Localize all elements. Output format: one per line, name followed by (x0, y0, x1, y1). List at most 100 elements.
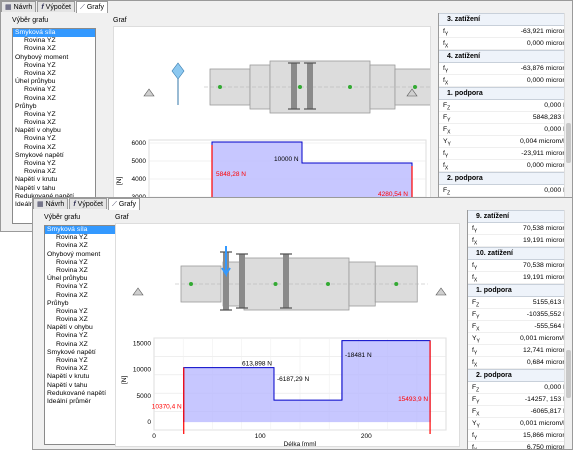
gear-icon (239, 254, 245, 308)
y-tick-label: 15000 (133, 340, 151, 347)
result-key: FY (443, 114, 451, 124)
tree-item[interactable]: Rovina YZ (45, 308, 124, 316)
back-graph-selection-tree[interactable]: Smyková síla Rovina YZ Rovina XZ Ohybový mo… (12, 28, 96, 224)
result-key: fY (472, 347, 478, 357)
tree-item[interactable]: Rovina XZ (13, 70, 95, 78)
front-results-list: 9. zatížení fY 70,538 microm fX 19,191 micro… (468, 210, 572, 449)
tree-item[interactable]: Rovina YZ (13, 37, 95, 45)
tree-item[interactable]: Rovina YZ (45, 332, 124, 340)
tree-item[interactable]: Napětí v tahu (13, 185, 95, 193)
tree-item[interactable]: Úhel průhybu (45, 275, 124, 283)
tree-item[interactable]: Rovina XZ (45, 341, 124, 349)
tree-item[interactable]: Rovina XZ (13, 168, 95, 176)
result-key: fX (472, 444, 477, 449)
tree-item[interactable]: Rovina XZ (13, 119, 95, 127)
result-row: YY 0,001 microm/N (468, 333, 572, 345)
tree-item[interactable]: Napětí v tahu (45, 382, 124, 390)
tree-item[interactable]: Rovina XZ (45, 365, 124, 373)
tree-item[interactable]: Rovina YZ (45, 283, 124, 291)
tree-item[interactable]: Průhyb (13, 103, 95, 111)
tree-item[interactable]: Rovina YZ (45, 357, 124, 365)
result-section-header: 9. zatížení (468, 210, 572, 223)
tree-item[interactable]: Průhyb (45, 300, 124, 308)
tree-item[interactable]: Ohybový moment (45, 251, 124, 259)
result-row: FX -6065,817 N (468, 406, 572, 418)
tree-item[interactable]: Úhel průhybu (13, 78, 95, 86)
result-key: fX (472, 237, 478, 247)
tree-item[interactable]: Rovina XZ (13, 144, 95, 152)
result-value: -63,921 microm (520, 28, 568, 35)
back-scroll-thumb[interactable] (566, 123, 571, 163)
result-value: 0,000 microm (526, 162, 568, 169)
front-graph-title: Graf (115, 214, 129, 221)
y-axis-label: [N] (116, 177, 123, 186)
front-tab-grafy[interactable]: ⟋ Grafy (107, 198, 140, 210)
tree-item[interactable]: Rovina XZ (13, 45, 95, 53)
tree-item[interactable]: Napětí v krutu (45, 373, 124, 381)
result-row: fX 0,684 microm (468, 357, 572, 369)
result-value: -555,564 N (534, 323, 568, 330)
tree-item[interactable]: Ohybový moment (13, 54, 95, 62)
tree-item[interactable]: Smykové napětí (13, 152, 95, 160)
tree-item[interactable]: Rovina XZ (45, 267, 124, 275)
result-value: 15,866 microm (523, 432, 568, 439)
tree-item[interactable]: Smyková síla (13, 29, 95, 38)
tree-item[interactable]: Rovina XZ (45, 242, 124, 250)
front-graph-selection-tree[interactable]: Smyková síla Rovina YZ Rovina XZ Ohybový mo… (44, 225, 125, 445)
result-value: 0,004 microm/N (520, 138, 568, 145)
front-tab-vypocet[interactable]: f Výpočet (69, 198, 107, 209)
tree-item[interactable]: Napětí v ohybu (13, 127, 95, 135)
result-row: fY 12,741 microm (468, 345, 572, 357)
back-tab-navrh[interactable]: ▦ Návrh (1, 1, 37, 12)
tree-item[interactable]: Rovina XZ (45, 316, 124, 324)
formula-icon: f (73, 200, 76, 208)
tree-item[interactable]: Rovina XZ (45, 292, 124, 300)
result-section-header: 1. podpora (439, 87, 572, 100)
result-value: 5848,283 N (532, 114, 568, 121)
result-row: FZ 0,000 N (468, 382, 572, 394)
result-row: fY -63,921 microm (439, 26, 572, 38)
result-row: FZ 5155,613 N (468, 297, 572, 309)
tree-item[interactable]: Rovina YZ (13, 62, 95, 70)
result-section-header: 1. podpora (468, 284, 572, 297)
tree-item[interactable]: Rovina XZ (13, 95, 95, 103)
tree-item[interactable]: Smyková síla (45, 226, 124, 235)
tree-item[interactable]: Rovina YZ (13, 160, 95, 168)
result-value: 5155,613 N (532, 299, 568, 306)
result-row: fY -23,911 microm (439, 148, 572, 160)
x-axis-label: Délka [mm] (284, 441, 317, 447)
result-value: 70,538 microm (523, 262, 568, 269)
front-results-panel: 9. zatížení fY 70,538 microm fX 19,191 micro… (467, 210, 572, 449)
y-tick-label: 6000 (132, 140, 147, 147)
tree-item[interactable]: Rovina YZ (45, 234, 124, 242)
back-tab-vypocet[interactable]: f Výpočet (37, 1, 75, 12)
tree-item[interactable]: Rovina YZ (45, 259, 124, 267)
tree-item[interactable]: Rovina YZ (13, 111, 95, 119)
tree-item[interactable]: Napětí v ohybu (45, 324, 124, 332)
result-key: fY (472, 432, 478, 442)
data-label: 10370,4 N (152, 403, 182, 410)
data-label: -6187,29 N (277, 376, 309, 383)
tree-item[interactable]: Rovina YZ (13, 135, 95, 143)
front-scroll-thumb[interactable] (566, 350, 571, 398)
front-tab-navrh[interactable]: ▦ Návrh (33, 198, 69, 209)
result-key: FY (472, 311, 480, 321)
tree-item[interactable]: Redukované napětí (45, 390, 124, 398)
result-key: fX (443, 77, 449, 87)
result-key: FZ (472, 299, 480, 309)
gear-icon (283, 254, 289, 308)
front-results-scrollbar[interactable] (564, 210, 572, 449)
node-marker (189, 282, 193, 286)
shaft-group (204, 60, 430, 114)
tree-item[interactable]: Ideální průměr (45, 398, 124, 406)
y-tick-label: 10000 (133, 367, 151, 374)
tree-item[interactable]: Smykové napětí (45, 349, 124, 357)
result-row: fX 19,191 microm (468, 235, 572, 247)
result-key: fY (472, 225, 478, 235)
result-row: fX 0,000 microm (439, 38, 572, 50)
tree-item[interactable]: Napětí v krutu (13, 176, 95, 184)
load-arrow-icon (171, 62, 185, 80)
data-label: -18481 N (345, 352, 372, 359)
tree-item[interactable]: Rovina YZ (13, 86, 95, 94)
back-tab-grafy[interactable]: ⟋ Grafy (75, 1, 108, 13)
